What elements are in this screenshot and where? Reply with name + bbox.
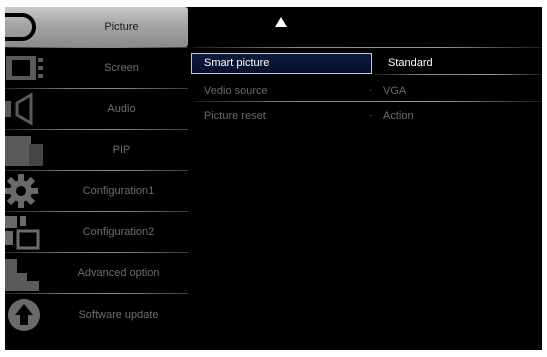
- menu-item-screen[interactable]: Screen: [5, 48, 188, 88]
- panel-divider: [193, 101, 542, 102]
- configuration2-icon: [5, 216, 40, 250]
- main-menu: Picture Screen Audio PIP Configuration1 …: [5, 7, 188, 350]
- menu-item-label: PIP: [112, 144, 131, 156]
- menu-item-label: Audio: [107, 103, 136, 115]
- menu-item-label: Advanced option: [77, 267, 160, 279]
- value-marker: ·: [369, 110, 373, 121]
- gear-icon: [5, 174, 38, 208]
- setting-value[interactable]: Standard: [388, 53, 433, 73]
- pip-icon: [5, 136, 43, 166]
- panel-divider: [193, 47, 542, 48]
- menu-item-audio[interactable]: Audio: [5, 89, 188, 129]
- menu-item-pip[interactable]: PIP: [5, 130, 188, 170]
- menu-divider: [5, 293, 188, 294]
- menu-item-advanced-option[interactable]: Advanced option: [5, 253, 188, 293]
- setting-name: Smart picture: [204, 57, 270, 69]
- setting-value[interactable]: Action: [383, 106, 414, 126]
- picture-icon: [5, 13, 36, 41]
- screen-icon: [6, 56, 43, 80]
- menu-item-picture[interactable]: Picture: [5, 7, 188, 47]
- setting-row-vedio-source[interactable]: Vedio source · VGA: [191, 81, 542, 101]
- menu-item-label: Software update: [78, 309, 159, 321]
- menu-item-configuration2[interactable]: Configuration2: [5, 212, 188, 252]
- advanced-option-icon: [5, 259, 39, 291]
- menu-item-software-update[interactable]: Software update: [5, 295, 188, 335]
- panel-divider: [375, 74, 542, 75]
- menu-item-label: Configuration2: [82, 226, 155, 238]
- setting-row-smart-picture[interactable]: Smart picture Standard: [191, 53, 542, 74]
- menu-item-label: Picture: [104, 21, 139, 33]
- setting-name: Picture reset: [204, 110, 266, 122]
- osd-screen: Picture Screen Audio PIP Configuration1 …: [5, 7, 542, 350]
- setting-value[interactable]: VGA: [383, 81, 406, 101]
- setting-name: Vedio source: [204, 85, 268, 97]
- menu-item-label: Configuration1: [82, 185, 155, 197]
- menu-item-label: Screen: [104, 62, 139, 74]
- audio-icon: [5, 92, 33, 126]
- value-marker: ·: [369, 85, 373, 96]
- up-arrow-icon[interactable]: [275, 17, 287, 27]
- menu-item-configuration1[interactable]: Configuration1: [5, 171, 188, 211]
- setting-row-picture-reset[interactable]: Picture reset · Action: [191, 106, 542, 126]
- software-update-icon: [8, 299, 40, 331]
